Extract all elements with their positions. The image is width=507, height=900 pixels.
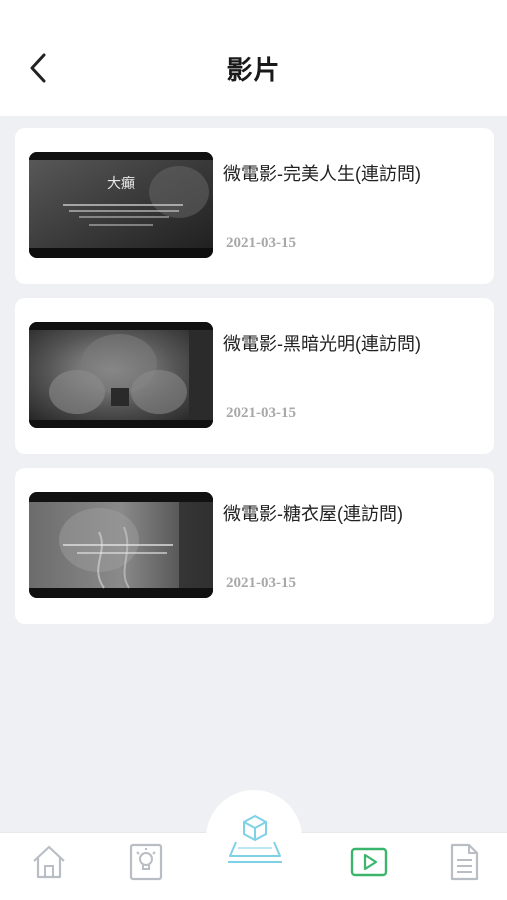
thumbnail-caption: 大癲 <box>107 176 135 192</box>
app-screen: 影片 大癲 微電影-完美人生(連訪問) 2021-03-15 微電影-黑暗光明(… <box>0 0 507 900</box>
play-video-icon <box>350 847 388 877</box>
nav-videos[interactable] <box>347 840 391 884</box>
document-icon <box>450 843 479 881</box>
nav-home[interactable] <box>27 840 71 884</box>
page-title: 影片 <box>226 55 281 85</box>
video-date: 2021-03-15 <box>226 235 296 251</box>
video-list: 大癲 微電影-完美人生(連訪問) 2021-03-15 微電影-黑暗光明(連訪問… <box>15 128 494 638</box>
video-card[interactable]: 大癲 微電影-完美人生(連訪問) 2021-03-15 <box>15 128 494 284</box>
lightbulb-icon <box>129 843 163 881</box>
video-thumbnail <box>29 492 213 598</box>
video-date: 2021-03-15 <box>226 405 296 421</box>
video-title[interactable]: 微電影-糖衣屋(連訪問) <box>223 500 403 526</box>
nav-tips[interactable] <box>124 840 168 884</box>
video-title[interactable]: 微電影-黑暗光明(連訪問) <box>223 330 421 356</box>
header: 影片 <box>0 0 507 116</box>
nav-vr[interactable] <box>226 812 284 866</box>
video-card[interactable]: 微電影-糖衣屋(連訪問) 2021-03-15 <box>15 468 494 624</box>
video-thumbnail <box>29 322 213 428</box>
video-title[interactable]: 微電影-完美人生(連訪問) <box>223 160 421 186</box>
vr-box-icon <box>228 814 282 863</box>
home-icon <box>33 845 65 879</box>
video-date: 2021-03-15 <box>226 575 296 591</box>
video-thumbnail: 大癲 <box>29 152 213 258</box>
nav-documents[interactable] <box>442 840 486 884</box>
video-card[interactable]: 微電影-黑暗光明(連訪問) 2021-03-15 <box>15 298 494 454</box>
